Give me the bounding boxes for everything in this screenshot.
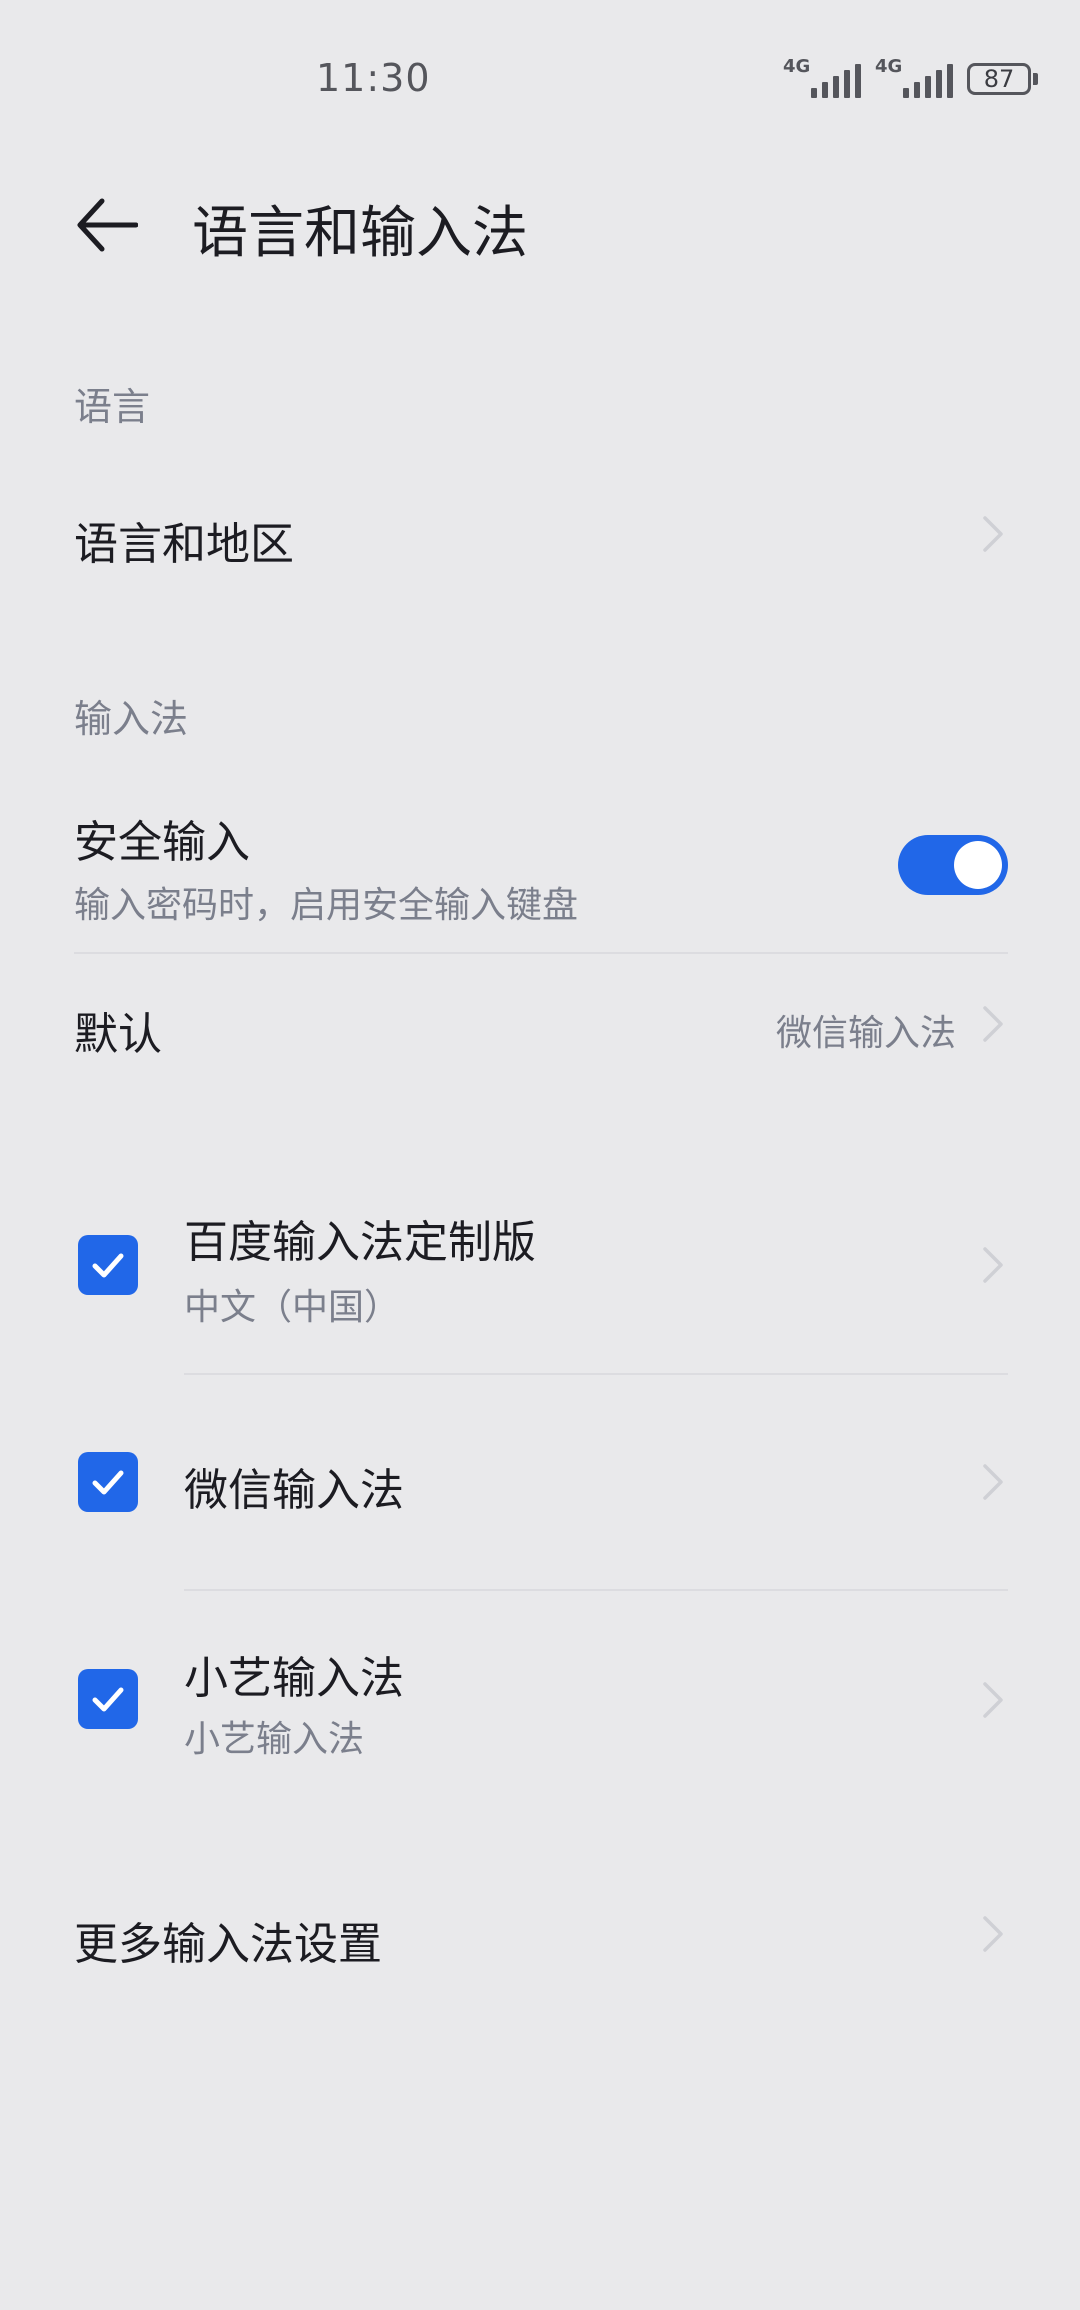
default-value: 微信输入法 <box>775 1013 956 1054</box>
chevron-right-icon <box>983 1916 1003 1952</box>
battery-level: 87 <box>983 65 1015 93</box>
check-icon <box>92 1470 124 1495</box>
secure-input-subtitle: 输入密码时，启用安全输入键盘 <box>74 885 579 926</box>
back-arrow-icon <box>77 198 138 252</box>
toggle-knob <box>954 841 1002 889</box>
keyboard-checkbox[interactable] <box>78 1669 138 1729</box>
chevron-right-icon <box>983 516 1003 552</box>
secure-input-item[interactable]: 安全输入 输入密码时，启用安全输入键盘 <box>0 780 1080 950</box>
chevron-right-icon <box>983 1682 1003 1718</box>
keyboard-title: 百度输入法定制版 <box>184 1217 536 1268</box>
section-label-language: 语言 <box>74 385 151 429</box>
keyboard-item-baidu[interactable]: 百度输入法定制版 中文（中国） <box>0 1170 1080 1360</box>
keyboard-checkbox[interactable] <box>78 1452 138 1512</box>
secure-input-toggle[interactable] <box>898 835 1008 895</box>
signal-icon: 4G <box>875 56 953 98</box>
divider <box>74 952 1008 954</box>
secure-input-title: 安全输入 <box>74 817 250 868</box>
default-input-item[interactable]: 默认 微信输入法 <box>0 960 1080 1090</box>
section-label-input: 输入法 <box>74 697 189 741</box>
keyboard-item-xiaoyi[interactable]: 小艺输入法 小艺输入法 <box>0 1606 1080 1796</box>
status-time: 11:30 <box>316 56 431 100</box>
more-input-settings-item[interactable]: 更多输入法设置 <box>0 1870 1080 2000</box>
signal-icon: 4G <box>783 56 861 98</box>
keyboard-subtitle: 小艺输入法 <box>184 1719 365 1760</box>
check-icon <box>92 1687 124 1712</box>
signal-label: 4G <box>875 56 903 77</box>
keyboard-item-wechat[interactable]: 微信输入法 <box>0 1390 1080 1570</box>
chevron-right-icon <box>983 1464 1003 1500</box>
signal-label: 4G <box>783 56 811 77</box>
keyboard-title: 小艺输入法 <box>184 1653 404 1704</box>
divider <box>184 1373 1008 1375</box>
keyboard-checkbox[interactable] <box>78 1235 138 1295</box>
more-settings-label: 更多输入法设置 <box>74 1919 382 1970</box>
status-icons: 4G 4G 87 <box>783 56 1038 102</box>
default-label: 默认 <box>74 1009 162 1060</box>
language-region-label: 语言和地区 <box>74 519 294 570</box>
keyboard-title: 微信输入法 <box>184 1465 404 1516</box>
battery-icon: 87 <box>967 63 1038 95</box>
chevron-right-icon <box>983 1006 1003 1042</box>
divider <box>184 1589 1008 1591</box>
check-icon <box>92 1253 124 1278</box>
chevron-right-icon <box>983 1247 1003 1283</box>
back-button[interactable] <box>66 180 146 270</box>
language-region-item[interactable]: 语言和地区 <box>0 470 1080 600</box>
page-title: 语言和输入法 <box>192 201 528 266</box>
keyboard-subtitle: 中文（中国） <box>184 1287 401 1328</box>
